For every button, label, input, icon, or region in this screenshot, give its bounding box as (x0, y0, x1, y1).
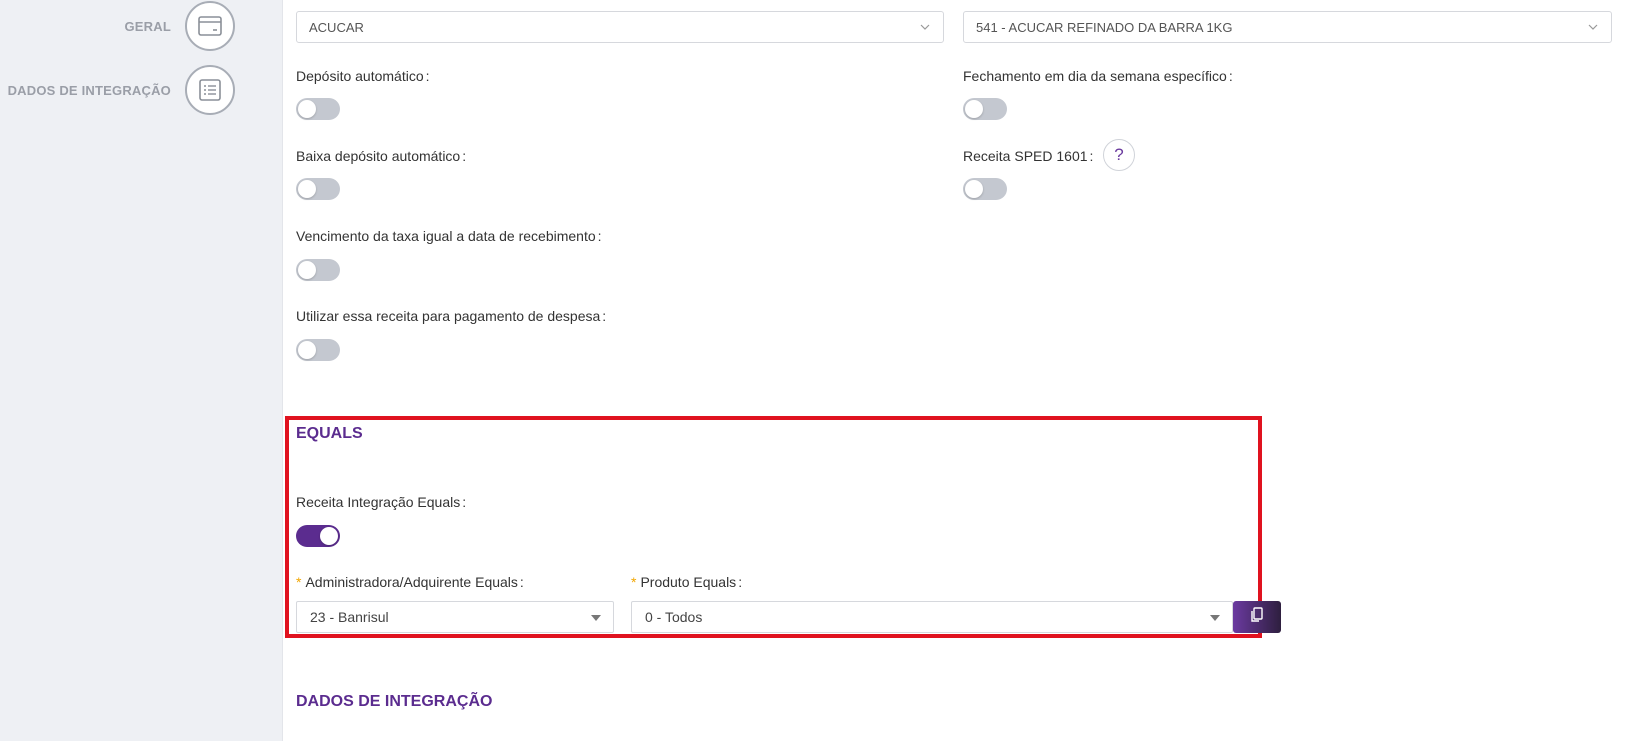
list-icon[interactable] (185, 65, 235, 115)
chevron-down-icon (1587, 21, 1599, 36)
receita-integracao-label: Receita Integração Equals: (296, 494, 467, 510)
chevron-down-icon (919, 21, 931, 36)
copy-button[interactable] (1233, 601, 1281, 633)
receita-integracao-toggle[interactable] (296, 525, 340, 547)
baixa-deposito-automatico-toggle[interactable] (296, 178, 340, 200)
administradora-select[interactable]: 23 - Banrisul (296, 601, 614, 633)
required-marker: * (631, 574, 637, 590)
sidebar-item-label: DADOS DE INTEGRAÇÃO (7, 82, 171, 98)
deposito-automatico-label: Depósito automático: (296, 68, 430, 84)
receita-sped-label: Receita SPED 1601: (963, 148, 1094, 164)
equals-section-title: EQUALS (296, 425, 363, 442)
utilizar-receita-toggle[interactable] (296, 339, 340, 361)
produto-equals-select-value: 0 - Todos (645, 609, 703, 625)
category-select[interactable]: ACUCAR (296, 11, 944, 43)
product-select[interactable]: 541 - ACUCAR REFINADO DA BARRA 1KG (963, 11, 1612, 43)
produto-equals-select[interactable]: 0 - Todos (631, 601, 1233, 633)
sidebar-item-geral[interactable]: GERAL (124, 1, 235, 51)
sidebar: GERAL DADOS DE INTEGRAÇÃO (0, 0, 283, 741)
help-button[interactable]: ? (1103, 139, 1135, 171)
sidebar-item-dados-integracao[interactable]: DADOS DE INTEGRAÇÃO (8, 65, 235, 115)
main-content: ACUCAR 541 - ACUCAR REFINADO DA BARRA 1K… (283, 0, 1625, 741)
card-icon[interactable] (185, 1, 235, 51)
fechamento-dia-semana-toggle[interactable] (963, 98, 1007, 120)
vencimento-taxa-label: Vencimento da taxa igual a data de receb… (296, 228, 602, 244)
receita-sped-toggle[interactable] (963, 178, 1007, 200)
required-marker: * (296, 574, 302, 590)
product-select-value: 541 - ACUCAR REFINADO DA BARRA 1KG (976, 19, 1233, 35)
administradora-select-value: 23 - Banrisul (310, 609, 389, 625)
baixa-deposito-automatico-label: Baixa depósito automático: (296, 148, 467, 164)
deposito-automatico-toggle[interactable] (296, 98, 340, 120)
fechamento-dia-semana-label: Fechamento em dia da semana específico: (963, 68, 1233, 84)
category-select-value: ACUCAR (309, 19, 364, 35)
utilizar-receita-label: Utilizar essa receita para pagamento de … (296, 308, 607, 324)
copy-icon (1250, 606, 1264, 628)
administradora-label: * Administradora/Adquirente Equals: (296, 574, 524, 590)
caret-down-icon (591, 615, 601, 621)
dados-integracao-section-title: DADOS DE INTEGRAÇÃO (296, 693, 493, 710)
sidebar-item-label: GERAL (124, 18, 171, 34)
produto-equals-label: * Produto Equals: (631, 574, 743, 590)
caret-down-icon (1210, 615, 1220, 621)
help-icon: ? (1114, 145, 1124, 164)
vencimento-taxa-toggle[interactable] (296, 259, 340, 281)
